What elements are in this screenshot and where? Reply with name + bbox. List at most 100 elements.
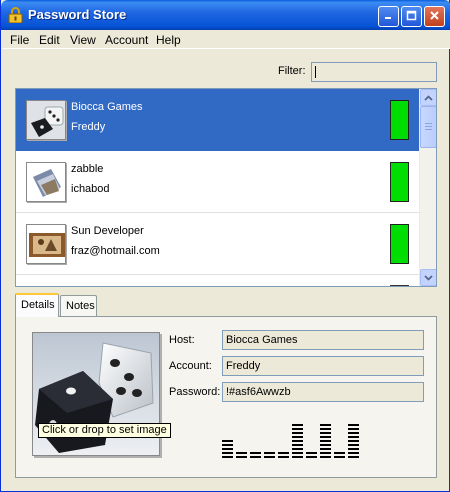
grip-line bbox=[425, 123, 432, 124]
strength-meter-segment bbox=[348, 432, 359, 434]
scroll-up-button[interactable] bbox=[420, 89, 436, 106]
lock-icon bbox=[8, 7, 23, 24]
strength-meter-segment bbox=[320, 456, 331, 458]
text-caret bbox=[315, 66, 316, 78]
entry-list[interactable]: Biocca Games Freddy zabble ichabod Sun D… bbox=[15, 88, 437, 287]
strength-meter-segment bbox=[250, 452, 261, 454]
strength-indicator bbox=[390, 224, 409, 264]
strength-meter-segment bbox=[292, 456, 303, 458]
host-field[interactable]: Biocca Games bbox=[222, 330, 424, 350]
row-divider bbox=[16, 274, 419, 275]
tab-details-label: Details bbox=[21, 299, 55, 311]
strength-meter-segment bbox=[292, 424, 303, 426]
tab-notes-label: Notes bbox=[66, 300, 95, 312]
menu-view[interactable]: View bbox=[70, 33, 96, 47]
strength-meter-segment bbox=[348, 440, 359, 442]
password-strength-meter bbox=[222, 424, 359, 458]
grip-line bbox=[425, 126, 432, 127]
strength-meter-segment bbox=[292, 448, 303, 450]
strength-meter-segment bbox=[292, 440, 303, 442]
strength-meter-segment bbox=[306, 452, 317, 454]
menu-edit[interactable]: Edit bbox=[39, 33, 60, 47]
scroll-thumb[interactable] bbox=[420, 106, 436, 148]
strength-meter-segment bbox=[320, 424, 331, 426]
scroll-down-button[interactable] bbox=[420, 269, 436, 286]
strength-meter-segment bbox=[222, 440, 233, 442]
filter-label: Filter: bbox=[278, 65, 306, 77]
entry-account: Freddy bbox=[71, 121, 106, 133]
strength-meter-segment bbox=[292, 436, 303, 438]
tab-details[interactable]: Details bbox=[15, 293, 59, 317]
strength-meter-segment bbox=[222, 452, 233, 454]
account-field[interactable]: Freddy bbox=[222, 356, 424, 376]
filter-input[interactable] bbox=[311, 62, 437, 82]
close-icon bbox=[429, 10, 440, 24]
strength-meter-segment bbox=[348, 452, 359, 454]
strength-meter-segment bbox=[264, 452, 275, 454]
entry-thumbnail-zabble bbox=[26, 162, 66, 202]
strength-meter-segment bbox=[348, 448, 359, 450]
strength-meter-segment bbox=[320, 428, 331, 430]
strength-meter-segment bbox=[334, 456, 345, 458]
tab-notes[interactable]: Notes bbox=[60, 295, 97, 316]
entry-host: Sun Developer bbox=[71, 225, 144, 237]
maximize-icon bbox=[406, 10, 417, 24]
strength-meter-segment bbox=[348, 436, 359, 438]
host-label: Host: bbox=[169, 334, 195, 346]
list-item[interactable]: Biocca Games Freddy bbox=[16, 89, 419, 151]
menu-help[interactable]: Help bbox=[156, 33, 181, 47]
strength-meter-segment bbox=[348, 444, 359, 446]
close-button[interactable] bbox=[424, 6, 445, 27]
password-field[interactable]: !#asf6Awwzb bbox=[222, 382, 424, 402]
maximize-button[interactable] bbox=[401, 6, 422, 27]
entry-account: ichabod bbox=[71, 183, 110, 195]
menu-file[interactable]: File bbox=[10, 33, 29, 47]
list-item[interactable]: zabble ichabod bbox=[16, 151, 419, 213]
chevron-down-icon bbox=[424, 272, 433, 284]
strength-indicator bbox=[390, 162, 409, 202]
strength-meter-segment bbox=[292, 428, 303, 430]
strength-meter-segment bbox=[292, 452, 303, 454]
grip-line bbox=[425, 129, 432, 130]
list-item[interactable]: Sun Developer fraz@hotmail.com bbox=[16, 213, 419, 275]
strength-meter-segment bbox=[278, 456, 289, 458]
minimize-icon bbox=[383, 10, 394, 24]
strength-meter-segment bbox=[292, 432, 303, 434]
chevron-up-icon bbox=[424, 92, 433, 104]
strength-meter-segment bbox=[250, 456, 261, 458]
entry-account: fraz@hotmail.com bbox=[71, 245, 160, 257]
strength-meter-segment bbox=[334, 452, 345, 454]
strength-meter-segment bbox=[320, 440, 331, 442]
strength-meter-segment bbox=[320, 448, 331, 450]
password-store-window: Password Store File Edit View Account He… bbox=[0, 0, 450, 492]
strength-meter-segment bbox=[236, 452, 247, 454]
minimize-button[interactable] bbox=[378, 6, 399, 27]
strength-meter-segment bbox=[306, 456, 317, 458]
strength-meter-segment bbox=[278, 452, 289, 454]
strength-meter-segment bbox=[348, 424, 359, 426]
strength-meter-segment bbox=[348, 428, 359, 430]
host-value: Biocca Games bbox=[226, 334, 298, 346]
entry-host: Biocca Games bbox=[71, 101, 143, 113]
strength-meter-segment bbox=[264, 456, 275, 458]
menu-bar: File Edit View Account Help bbox=[2, 30, 450, 49]
password-value: !#asf6Awwzb bbox=[226, 386, 291, 398]
strength-meter-segment bbox=[348, 456, 359, 458]
list-scrollbar[interactable] bbox=[419, 89, 436, 286]
strength-meter-segment bbox=[320, 452, 331, 454]
strength-meter-segment bbox=[236, 456, 247, 458]
password-label: Password: bbox=[169, 386, 221, 398]
strength-meter-segment bbox=[320, 436, 331, 438]
strength-indicator bbox=[390, 285, 409, 286]
strength-meter-segment bbox=[320, 432, 331, 434]
list-item-partial bbox=[16, 285, 419, 286]
account-label: Account: bbox=[169, 360, 212, 372]
image-tooltip: Click or drop to set image bbox=[38, 423, 171, 438]
menu-account[interactable]: Account bbox=[105, 33, 148, 47]
entry-thumbnail-sun-developer bbox=[26, 224, 66, 264]
title-bar[interactable]: Password Store bbox=[1, 0, 450, 30]
entry-host: zabble bbox=[71, 163, 104, 175]
strength-meter-segment bbox=[222, 456, 233, 458]
window-title: Password Store bbox=[28, 7, 127, 22]
entry-thumbnail-dice bbox=[26, 100, 66, 140]
